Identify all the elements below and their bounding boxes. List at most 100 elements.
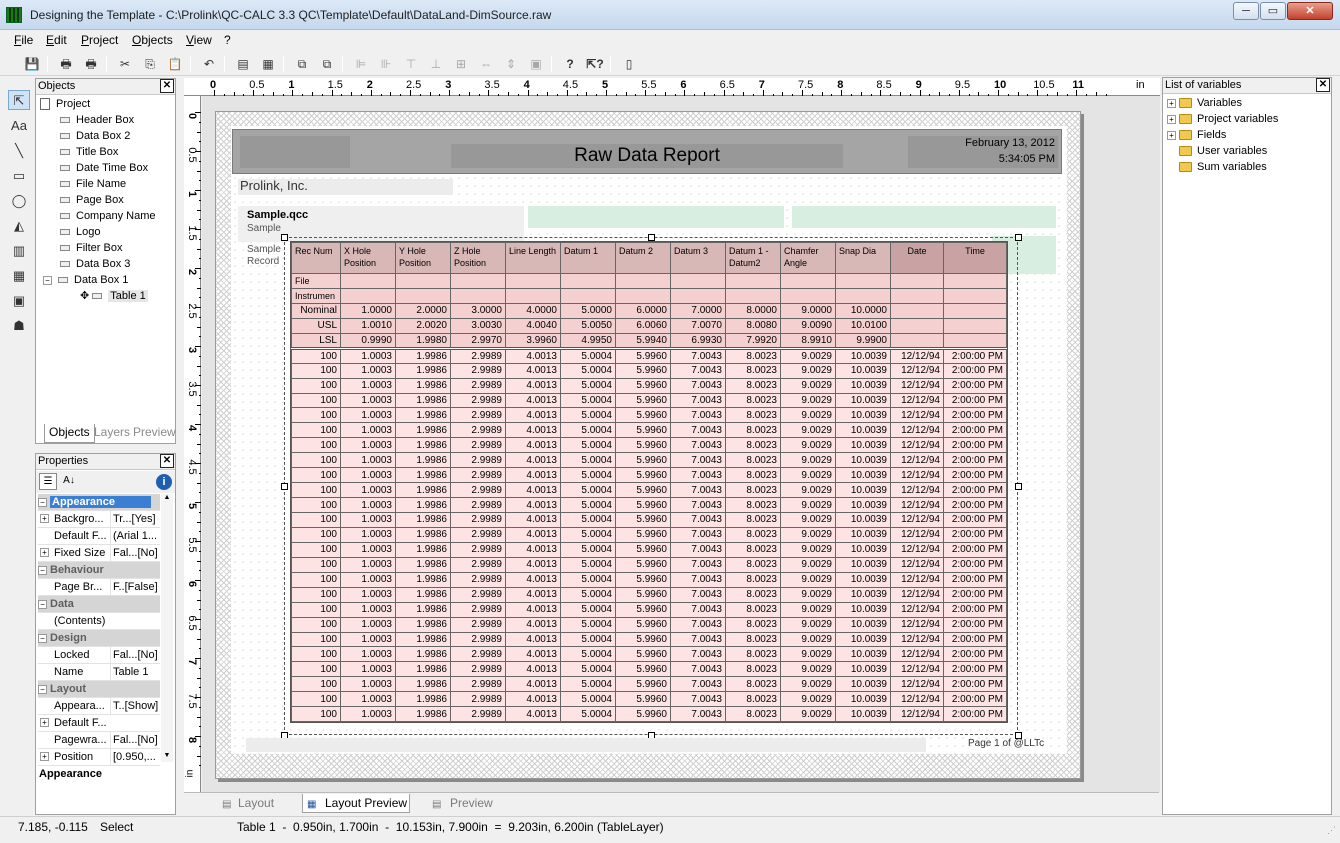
rectangle-tool-icon[interactable]: ▭: [8, 166, 30, 186]
print-preview-icon[interactable]: 🖶: [81, 54, 101, 74]
print-icon[interactable]: 🖶: [56, 54, 76, 74]
align-bottom-icon[interactable]: ⊥: [426, 54, 446, 74]
tab-layout-preview[interactable]: ▦ Layout Preview: [302, 794, 410, 813]
context-help-icon[interactable]: ⇱?: [585, 54, 605, 74]
menu-project[interactable]: Project: [81, 33, 118, 47]
tab-preview[interactable]: Preview: [133, 425, 176, 439]
property-row[interactable]: + Position [0.950,...: [38, 749, 160, 766]
undo-icon[interactable]: ↶: [199, 54, 219, 74]
property-category[interactable]: − Data: [38, 596, 160, 613]
space-horizontal-icon[interactable]: ⇔: [476, 54, 496, 74]
tree-item-object[interactable]: Company Name: [40, 208, 174, 224]
bring-front-icon[interactable]: ⧉: [292, 54, 312, 74]
categorized-icon[interactable]: ☰: [39, 473, 57, 490]
exit-icon[interactable]: ▯: [619, 54, 639, 74]
property-row[interactable]: Pagewra... Fal...[No]: [38, 732, 160, 749]
properties-scrollbar[interactable]: ▲ ▼: [161, 494, 173, 762]
property-value[interactable]: (Arial 1...: [110, 528, 160, 544]
scroll-up-icon[interactable]: ▲: [161, 494, 173, 504]
expand-icon[interactable]: +: [40, 548, 49, 557]
expand-icon[interactable]: +: [1167, 130, 1176, 140]
tree-item-object[interactable]: Title Box: [40, 144, 174, 160]
tab-preview-bottom[interactable]: ▤ Preview: [430, 794, 520, 813]
scroll-down-icon[interactable]: ▼: [161, 752, 173, 762]
filter-box[interactable]: [528, 206, 784, 228]
tree-item-object[interactable]: Page Box: [40, 192, 174, 208]
property-row[interactable]: + Backgro... Tr...[Yes]: [38, 511, 160, 528]
resize-handle-nw[interactable]: [281, 234, 288, 241]
resize-handle-ne[interactable]: [1015, 234, 1022, 241]
property-value[interactable]: Fal...[No]: [110, 545, 160, 561]
expand-icon[interactable]: +: [40, 752, 49, 761]
tab-layers[interactable]: Layers: [94, 425, 130, 439]
collapse-icon[interactable]: −: [38, 599, 47, 609]
property-value[interactable]: Table 1: [110, 664, 160, 680]
resize-grip-icon[interactable]: ⋰: [1327, 825, 1336, 836]
text-tool-icon[interactable]: Aa: [8, 116, 30, 136]
properties-panel-close-icon[interactable]: ✕: [160, 454, 174, 468]
property-row[interactable]: Locked Fal...[No]: [38, 647, 160, 664]
property-value[interactable]: T..[Show]: [110, 698, 160, 714]
tree-item-project[interactable]: Project: [40, 96, 174, 112]
footer-box[interactable]: [246, 738, 926, 752]
expand-icon[interactable]: +: [40, 514, 49, 523]
menu-view[interactable]: View: [186, 33, 212, 47]
variable-group[interactable]: Sum variables: [1167, 159, 1327, 175]
collapse-icon[interactable]: −: [43, 275, 52, 285]
table-1[interactable]: Rec Num X Hole Position Y Hole Position Z H…: [290, 241, 1008, 724]
menu-edit[interactable]: Edit: [46, 33, 67, 47]
variable-group[interactable]: + Fields: [1167, 127, 1327, 143]
tree-item-object[interactable]: Data Box 3: [40, 256, 174, 272]
sort-alpha-icon[interactable]: A↓: [60, 473, 78, 490]
line-tool-icon[interactable]: ╲: [8, 141, 30, 161]
design-canvas[interactable]: Raw Data Report February 13, 2012 5:34:0…: [202, 96, 1160, 792]
align-left-icon[interactable]: ⊫: [351, 54, 371, 74]
tree-item-object[interactable]: Data Box 2: [40, 128, 174, 144]
paste-icon[interactable]: 📋: [165, 54, 185, 74]
menu-objects[interactable]: Objects: [132, 33, 173, 47]
data-box-3[interactable]: [792, 206, 1056, 228]
property-row[interactable]: Name Table 1: [38, 664, 160, 681]
collapse-icon[interactable]: −: [38, 633, 47, 643]
variable-group[interactable]: User variables: [1167, 143, 1327, 159]
barcode-tool-icon[interactable]: ▥: [8, 241, 30, 261]
properties-icon[interactable]: ▦: [258, 54, 278, 74]
maximize-button[interactable]: ▭: [1260, 2, 1286, 20]
expand-icon[interactable]: +: [40, 718, 49, 727]
minimize-button[interactable]: ─: [1233, 2, 1259, 20]
help-icon[interactable]: ?: [560, 54, 580, 74]
image-tool-icon[interactable]: ▣: [8, 291, 30, 311]
align-top-icon[interactable]: ⊤: [401, 54, 421, 74]
property-row[interactable]: Appeara... T..[Show]: [38, 698, 160, 715]
info-icon[interactable]: i: [156, 474, 172, 490]
tree-item-table-1[interactable]: ✥ Table 1: [40, 288, 174, 304]
variable-group[interactable]: + Variables: [1167, 95, 1327, 111]
cut-icon[interactable]: ✂: [115, 54, 135, 74]
variables-panel-close-icon[interactable]: ✕: [1316, 78, 1330, 92]
align-center-icon[interactable]: ⊞: [451, 54, 471, 74]
collapse-icon[interactable]: −: [38, 565, 47, 575]
tree-item-object[interactable]: Filter Box: [40, 240, 174, 256]
page-setup-icon[interactable]: ▤: [233, 54, 253, 74]
tree-item-object[interactable]: Header Box: [40, 112, 174, 128]
property-row[interactable]: Page Br... F..[False]: [38, 579, 160, 596]
menu-file[interactable]: File: [14, 33, 33, 47]
collapse-icon[interactable]: −: [38, 497, 47, 507]
menu-help[interactable]: ?: [224, 33, 231, 47]
property-value[interactable]: Fal...[No]: [110, 732, 160, 748]
tab-objects[interactable]: Objects: [44, 424, 95, 443]
space-vertical-icon[interactable]: ⇕: [501, 54, 521, 74]
property-row[interactable]: + Default F...: [38, 715, 160, 732]
resize-handle-w[interactable]: [281, 483, 288, 490]
chart-tool-icon[interactable]: ◭: [8, 216, 30, 236]
align-right-icon[interactable]: ⊪: [376, 54, 396, 74]
collapse-icon[interactable]: −: [38, 684, 47, 694]
expand-icon[interactable]: +: [1167, 114, 1176, 124]
expand-icon[interactable]: +: [1167, 98, 1176, 108]
table-tool-icon[interactable]: ▦: [8, 266, 30, 286]
save-icon[interactable]: 💾: [22, 54, 42, 74]
resize-handle-n[interactable]: [648, 234, 655, 241]
property-category[interactable]: − Behaviour: [38, 562, 160, 579]
variable-group[interactable]: + Project variables: [1167, 111, 1327, 127]
property-category[interactable]: − Design: [38, 630, 160, 647]
